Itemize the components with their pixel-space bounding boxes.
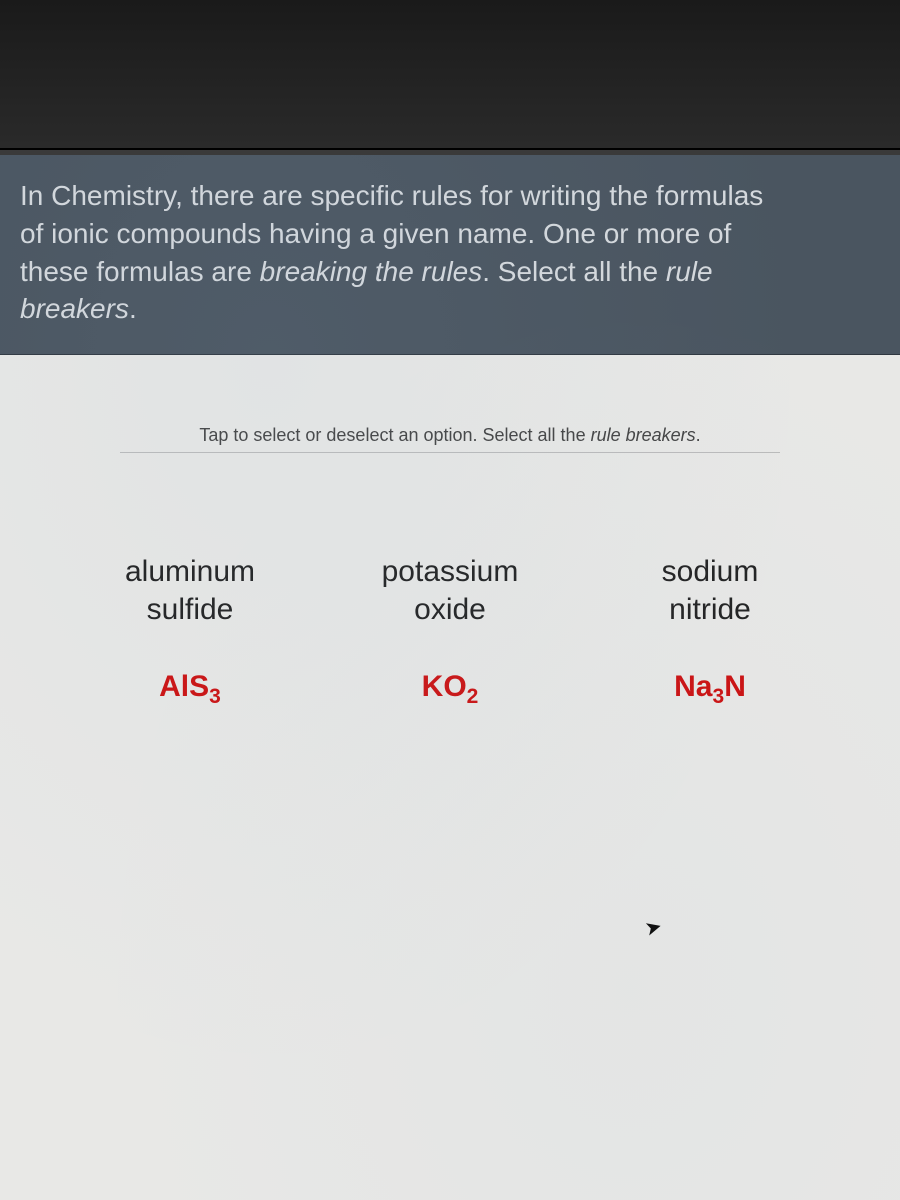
cursor-icon: ➤ bbox=[642, 913, 665, 941]
question-text-l4end: . bbox=[129, 293, 137, 324]
compound-name-l1: sodium bbox=[662, 555, 759, 588]
compound-name: sodium nitride bbox=[590, 553, 830, 628]
question-text-l3a: these formulas are bbox=[20, 256, 260, 287]
question-text-l3b: breaking the rules bbox=[260, 256, 483, 287]
question-text-l3c: . Select all the bbox=[482, 256, 666, 287]
question-text-l3d: rule bbox=[666, 256, 713, 287]
compound-name-l2: oxide bbox=[414, 593, 486, 626]
instruction-prefix: Tap to select or deselect an option. Sel… bbox=[199, 425, 590, 445]
compound-formula: Na3N bbox=[590, 670, 830, 709]
question-prompt: In Chemistry, there are specific rules f… bbox=[0, 155, 900, 355]
compound-name-l1: potassium bbox=[382, 555, 519, 588]
question-text-l2: of ionic compounds having a given name. … bbox=[20, 218, 731, 249]
quiz-screen: In Chemistry, there are specific rules f… bbox=[0, 155, 900, 1200]
instruction-suffix: . bbox=[696, 425, 701, 445]
compound-formula: AlS3 bbox=[70, 670, 310, 709]
option-aluminum-sulfide[interactable]: aluminum sulfide AlS3 bbox=[60, 543, 320, 719]
compound-name-l2: nitride bbox=[669, 593, 751, 626]
option-potassium-oxide[interactable]: potassium oxide KO2 bbox=[320, 543, 580, 719]
compound-formula: KO2 bbox=[330, 670, 570, 709]
instruction-text: Tap to select or deselect an option. Sel… bbox=[120, 425, 780, 453]
compound-name-l2: sulfide bbox=[147, 593, 234, 626]
compound-name: aluminum sulfide bbox=[70, 553, 310, 628]
options-container: aluminum sulfide AlS3 potassium oxide KO… bbox=[0, 543, 900, 719]
instruction-italic: rule breakers bbox=[591, 425, 696, 445]
device-bezel bbox=[0, 0, 900, 150]
compound-name: potassium oxide bbox=[330, 553, 570, 628]
option-sodium-nitride[interactable]: sodium nitride Na3N bbox=[580, 543, 840, 719]
question-text-l1: In Chemistry, there are specific rules f… bbox=[20, 180, 763, 211]
question-text-l4: breakers bbox=[20, 293, 129, 324]
compound-name-l1: aluminum bbox=[125, 555, 255, 588]
